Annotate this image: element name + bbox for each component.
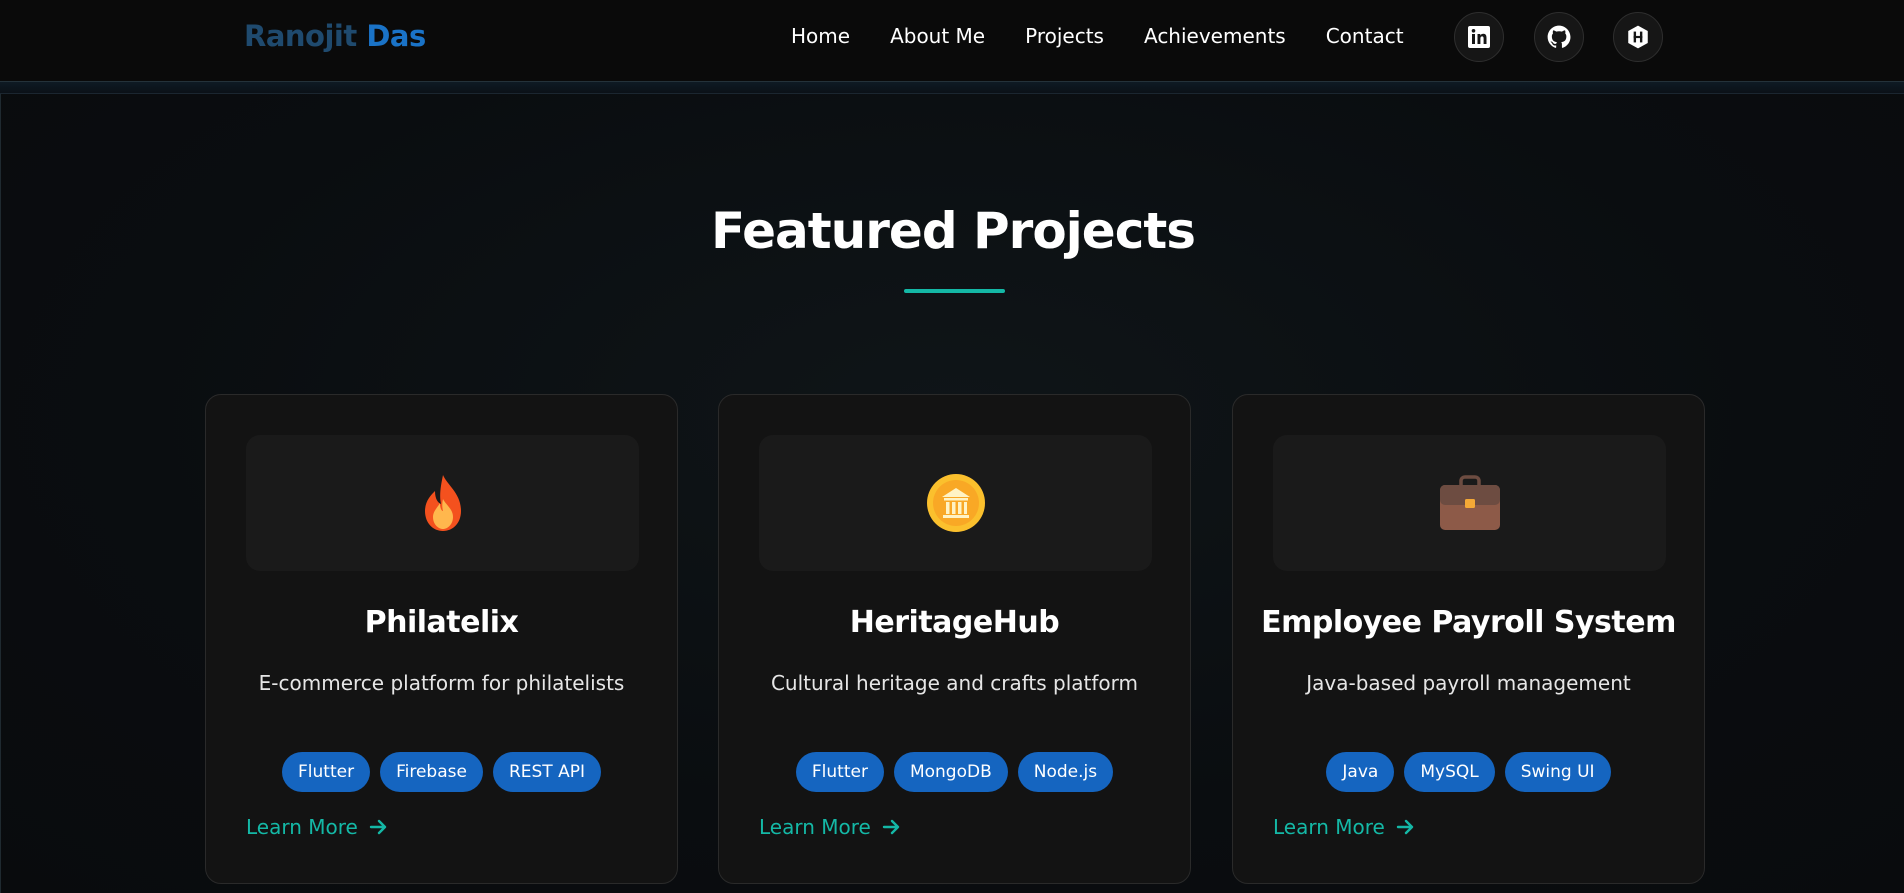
navbar: Ranojit Das Home About Me Projects Achie…: [0, 0, 1904, 82]
linkedin-button[interactable]: [1454, 12, 1504, 62]
tag[interactable]: Swing UI: [1504, 752, 1611, 792]
hashnode-button[interactable]: [1613, 12, 1663, 62]
arrow-right-icon: [1396, 819, 1414, 835]
learn-more-link[interactable]: Learn More: [246, 815, 388, 839]
nav-links: Home About Me Projects Achievements Cont…: [791, 24, 1444, 48]
project-card-payroll: Employee Payroll System Java-based payro…: [1232, 394, 1705, 884]
project-image: [1273, 435, 1666, 571]
tag[interactable]: Flutter: [795, 752, 884, 792]
project-image: [246, 435, 639, 571]
tag[interactable]: MongoDB: [893, 752, 1008, 792]
projects-section: Featured Projects Philatelix E-commerce …: [0, 94, 1904, 893]
briefcase-icon: [1439, 475, 1500, 530]
project-description: Cultural heritage and crafts platform: [770, 671, 1139, 695]
brand-logo[interactable]: Ranojit Das: [244, 19, 426, 53]
learn-more-label: Learn More: [246, 815, 358, 839]
github-icon: [1547, 25, 1571, 48]
project-card-heritagehub: HeritageHub Cultural heritage and crafts…: [718, 394, 1191, 884]
project-tags: Flutter MongoDB Node.js: [719, 752, 1190, 792]
tag[interactable]: REST API: [492, 752, 601, 792]
project-tags: Flutter Firebase REST API: [206, 752, 677, 792]
learn-more-link[interactable]: Learn More: [1273, 815, 1415, 839]
nav-link-home[interactable]: Home: [791, 24, 850, 48]
tag[interactable]: MySQL: [1404, 752, 1495, 792]
project-title: HeritageHub: [849, 605, 1060, 640]
nav-link-achievements[interactable]: Achievements: [1144, 24, 1286, 48]
nav-link-projects[interactable]: Projects: [1025, 24, 1104, 48]
project-image: [759, 435, 1152, 571]
tag[interactable]: Flutter: [282, 752, 371, 792]
project-tags: Java MySQL Swing UI: [1233, 752, 1704, 792]
project-description: Java-based payroll management: [1306, 671, 1631, 695]
learn-more-label: Learn More: [759, 815, 871, 839]
nav-link-contact[interactable]: Contact: [1326, 24, 1404, 48]
project-description: E-commerce platform for philatelists: [258, 671, 625, 695]
tag[interactable]: Firebase: [380, 752, 483, 792]
nav-divider: [0, 82, 1904, 94]
section-title: Featured Projects: [710, 202, 1196, 260]
title-underline: [904, 289, 1005, 293]
arrow-right-icon: [369, 819, 387, 835]
hashnode-icon: [1628, 25, 1648, 49]
museum-coin-icon: [926, 474, 985, 532]
github-button[interactable]: [1534, 12, 1584, 62]
learn-more-label: Learn More: [1273, 815, 1385, 839]
arrow-right-icon: [882, 819, 900, 835]
learn-more-link[interactable]: Learn More: [759, 815, 901, 839]
fire-icon: [424, 475, 461, 531]
project-card-philatelix: Philatelix E-commerce platform for phila…: [205, 394, 678, 884]
tag[interactable]: Node.js: [1017, 752, 1114, 792]
nav-link-about[interactable]: About Me: [890, 24, 985, 48]
project-title: Employee Payroll System: [1261, 605, 1676, 640]
tag[interactable]: Java: [1326, 752, 1395, 792]
project-title: Philatelix: [364, 605, 519, 640]
linkedin-icon: [1468, 26, 1490, 48]
brand-last-name: Das: [366, 19, 426, 53]
brand-first-name: Ranojit: [244, 19, 357, 53]
